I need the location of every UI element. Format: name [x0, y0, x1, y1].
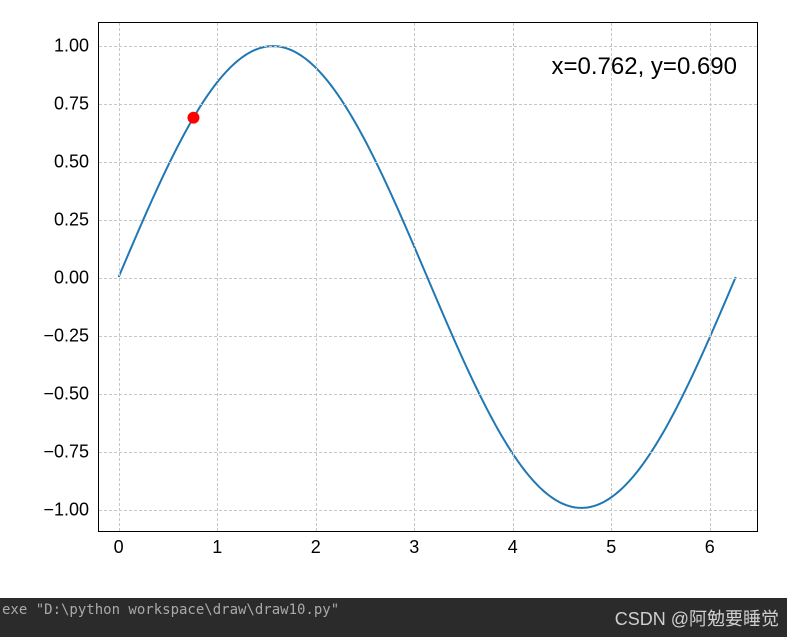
grid-line-v	[414, 23, 415, 531]
x-tick-label: 6	[705, 537, 715, 558]
plot-area[interactable]: x=0.762, y=0.690 0123456−1.00−0.75−0.50−…	[98, 22, 758, 532]
grid-line-h	[99, 220, 757, 221]
grid-line-v	[513, 23, 514, 531]
x-tick-label: 0	[114, 537, 124, 558]
watermark: CSDN @阿勉要睡觉	[615, 607, 779, 631]
grid-line-v	[611, 23, 612, 531]
grid-line-h	[99, 510, 757, 511]
y-tick-label: −1.00	[43, 499, 89, 520]
grid-line-v	[316, 23, 317, 531]
x-tick-label: 4	[508, 537, 518, 558]
terminal-bar: exe "D:\python workspace\draw\draw10.py"…	[0, 598, 787, 637]
y-tick-label: −0.50	[43, 383, 89, 404]
y-tick-label: −0.25	[43, 325, 89, 346]
x-tick-label: 5	[606, 537, 616, 558]
x-tick-label: 1	[212, 537, 222, 558]
grid-line-h	[99, 452, 757, 453]
grid-line-h	[99, 104, 757, 105]
y-tick-label: 1.00	[54, 36, 89, 57]
marker-dot	[187, 112, 199, 124]
chart-container: x=0.762, y=0.690 0123456−1.00−0.75−0.50−…	[0, 0, 787, 598]
y-tick-label: 0.00	[54, 268, 89, 289]
grid-line-v	[119, 23, 120, 531]
y-tick-label: −0.75	[43, 441, 89, 462]
x-tick-label: 3	[409, 537, 419, 558]
y-tick-label: 0.50	[54, 152, 89, 173]
y-tick-label: 0.25	[54, 210, 89, 231]
grid-line-h	[99, 278, 757, 279]
grid-line-h	[99, 46, 757, 47]
y-tick-label: 0.75	[54, 94, 89, 115]
sine-curve	[99, 23, 757, 531]
grid-line-v	[217, 23, 218, 531]
grid-line-h	[99, 394, 757, 395]
grid-line-h	[99, 336, 757, 337]
grid-line-v	[710, 23, 711, 531]
x-tick-label: 2	[311, 537, 321, 558]
grid-line-h	[99, 162, 757, 163]
